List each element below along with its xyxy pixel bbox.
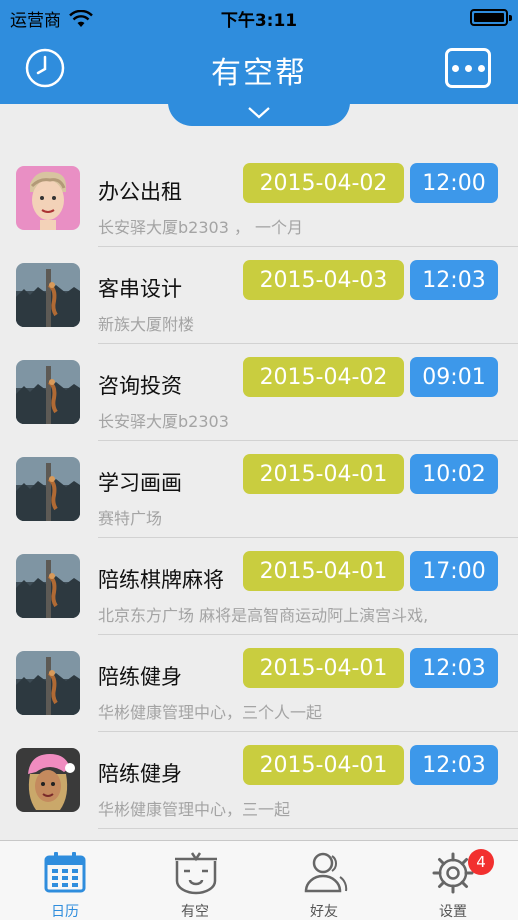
avatar (16, 554, 80, 618)
avatar (16, 166, 80, 230)
item-title: 咨询投资 (98, 374, 182, 398)
item-title: 学习画画 (98, 471, 182, 495)
date-tag: 2015-04-02 (243, 357, 404, 397)
list-item[interactable]: 陪练棋牌麻将北京东方广场 麻将是高智商运动阿上演宫斗戏, 2015-04-01 17… (0, 538, 518, 635)
tab-friends[interactable]: 好友 (259, 841, 389, 920)
list-item[interactable]: 学习画画赛特广场 2015-04-01 10:02 (0, 441, 518, 538)
tab-label: 好友 (310, 904, 338, 920)
dot (477, 64, 485, 72)
time-tag: 10:02 (410, 454, 498, 494)
divider (98, 828, 518, 829)
date-tag: 2015-04-02 (243, 163, 404, 203)
tab-label: 有空 (181, 904, 209, 920)
status-bar: 运营商 下午3:11 (0, 0, 518, 36)
item-subtitle: 长安驿大厦b2303 ， 一个月 (98, 218, 304, 237)
item-subtitle: 华彬健康管理中心，三一起 (98, 800, 291, 819)
item-title: 客串设计 (98, 277, 182, 301)
notification-badge: 4 (468, 849, 494, 875)
page-title: 有空帮 (211, 56, 307, 91)
avatar (16, 748, 80, 812)
item-title: 陪练健身 (98, 762, 182, 786)
time-tag: 09:01 (410, 357, 498, 397)
calendar-icon (44, 852, 86, 893)
list-item[interactable]: 陪练健身华彬健康管理中心，三一起 2015-04-01 12:03 (0, 732, 518, 829)
tab-label: 设置 (439, 904, 467, 920)
item-title: 陪练健身 (98, 665, 182, 689)
tab-label: 日历 (51, 904, 79, 920)
date-tag: 2015-04-01 (243, 551, 404, 591)
date-tag: 2015-04-01 (243, 454, 404, 494)
time-tag: 12:03 (410, 745, 498, 785)
item-title: 办公出租 (98, 180, 182, 204)
dot (464, 64, 472, 72)
avatar (16, 360, 80, 424)
time-tag: 12:00 (410, 163, 498, 203)
chevron-down-icon (248, 107, 270, 119)
item-subtitle: 新族大厦附楼 (98, 315, 195, 334)
item-subtitle: 北京东方广场 麻将是高智商运动阿上演宫斗戏, (98, 606, 429, 625)
nav-bar: 有空帮 (0, 36, 518, 104)
time-tag: 12:03 (410, 260, 498, 300)
battery-icon (470, 9, 512, 26)
date-tag: 2015-04-03 (243, 260, 404, 300)
item-subtitle: 华彬健康管理中心，三个人一起 (98, 703, 323, 722)
event-list: 办公出租 长安驿大厦b2303 ， 一个月 2015-04-02 12:00 客串设计新… (0, 150, 518, 829)
list-item[interactable]: 咨询投资长安驿大厦b2303 2015-04-02 09:01 (0, 344, 518, 441)
more-button[interactable] (445, 48, 491, 88)
date-tag: 2015-04-01 (243, 745, 404, 785)
app-header: 运营商 下午3:11 有空帮 (0, 0, 518, 104)
item-subtitle: 赛特广场 (98, 509, 163, 528)
time-tag: 17:00 (410, 551, 498, 591)
tab-bar: 日历 有空 好友 4 设置 (0, 840, 518, 920)
avatar (16, 651, 80, 715)
free-face-icon (175, 852, 217, 895)
status-time: 下午3:11 (220, 11, 298, 31)
avatar (16, 457, 80, 521)
list-item[interactable]: 办公出租长安驿大厦b2303 ， 一个月 2015-04-02 12:00 (0, 150, 518, 247)
item-subtitle: 长安驿大厦b2303 (98, 412, 229, 431)
pull-down-tab[interactable] (168, 102, 350, 126)
friends-icon (304, 852, 348, 893)
item-title: 陪练棋牌麻将 (98, 568, 224, 592)
dot (451, 64, 459, 72)
tab-calendar[interactable]: 日历 (0, 841, 130, 920)
list-item[interactable]: 客串设计新族大厦附楼 2015-04-03 12:03 (0, 247, 518, 344)
avatar (16, 263, 80, 327)
tab-free[interactable]: 有空 (130, 841, 260, 920)
time-tag: 12:03 (410, 648, 498, 688)
date-tag: 2015-04-01 (243, 648, 404, 688)
list-item[interactable]: 陪练健身华彬健康管理中心，三个人一起 2015-04-01 12:03 (0, 635, 518, 732)
tab-settings[interactable]: 4 设置 (388, 841, 518, 920)
